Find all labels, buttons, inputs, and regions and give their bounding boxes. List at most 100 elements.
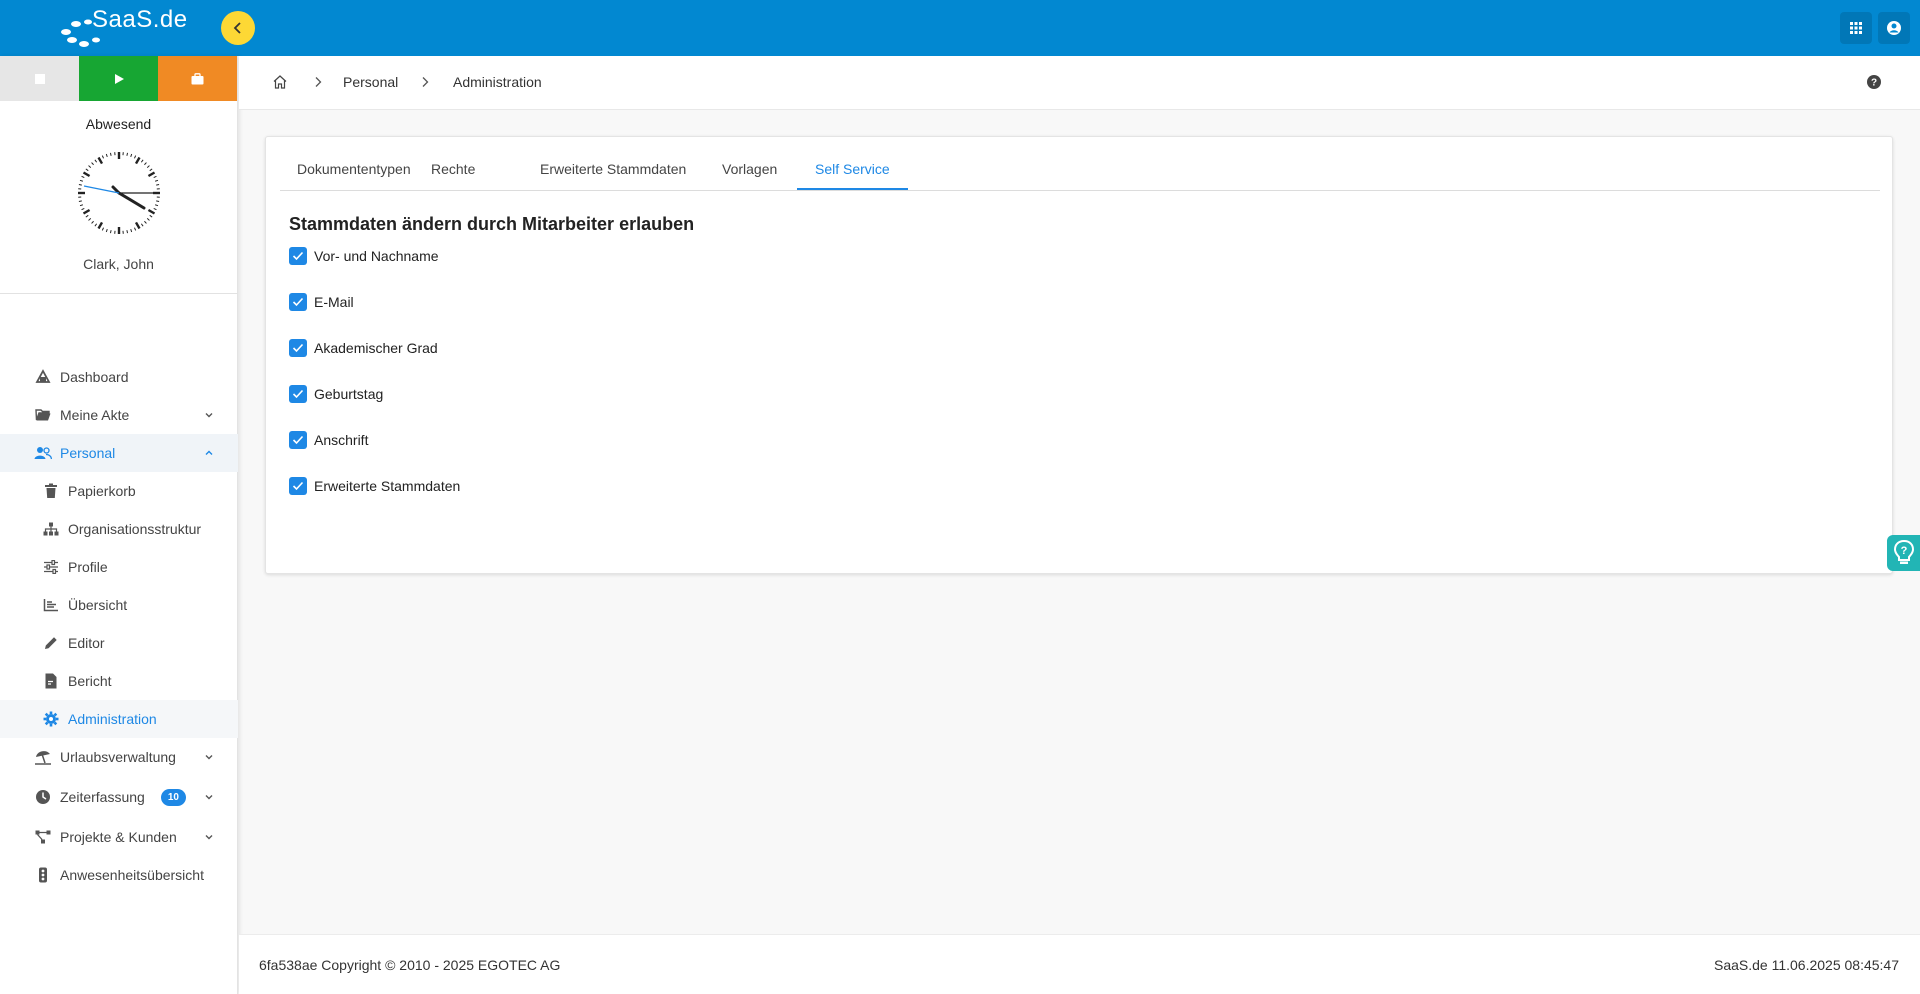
sidebar-item-label: Anwesenheitsübersicht: [60, 867, 204, 883]
breadcrumb-personal[interactable]: Personal: [343, 74, 398, 90]
pencil-icon: [42, 634, 60, 652]
chevron-down-icon: [205, 413, 213, 418]
break-button[interactable]: [158, 56, 237, 101]
sidebar-item-zeiterfassung[interactable]: Zeiterfassung 10: [0, 776, 238, 818]
sidebar-divider: [0, 293, 238, 294]
project-diagram-icon: [34, 828, 52, 846]
start-button[interactable]: [79, 56, 158, 101]
home-icon[interactable]: [272, 74, 288, 90]
zeiterfassung-count-badge: 10: [160, 788, 186, 806]
svg-text:?: ?: [1900, 545, 1907, 557]
sidebar-item-label: Papierkorb: [68, 483, 136, 499]
logo-text: SaaS.de: [92, 6, 188, 33]
apps-button[interactable]: [1840, 12, 1872, 44]
sidebar-item-label: Meine Akte: [60, 407, 130, 423]
top-bar: SaaS.de: [0, 0, 1920, 56]
dashboard-icon: [34, 368, 52, 386]
clock-small-icon: [34, 788, 52, 806]
folder-open-icon: [34, 406, 52, 424]
checkmark-icon[interactable]: [289, 385, 307, 403]
sidebar-item-dashboard[interactable]: Dashboard: [0, 358, 238, 396]
collapse-sidebar-button[interactable]: [221, 11, 255, 45]
checkmark-icon[interactable]: [289, 477, 307, 495]
trash-icon: [42, 482, 60, 500]
checkmark-icon[interactable]: [289, 339, 307, 357]
checkbox-email[interactable]: E-Mail: [289, 292, 354, 312]
apps-grid-icon: [1850, 22, 1862, 34]
file-report-icon: [42, 672, 60, 690]
checkbox-label: Vor- und Nachname: [314, 248, 439, 264]
help-icon[interactable]: ?: [1865, 73, 1883, 91]
settings-card: Dokumententypen Rechte Erweiterte Stammd…: [265, 136, 1893, 574]
sidebar-item-uebersicht[interactable]: Übersicht: [0, 586, 238, 624]
traffic-light-icon: [34, 866, 52, 884]
sidebar-item-label: Zeiterfassung: [60, 789, 145, 805]
stop-button[interactable]: [0, 56, 79, 101]
sidebar-item-organisationsstruktur[interactable]: Organisationsstruktur: [0, 510, 238, 548]
sidebar-item-urlaubsverwaltung[interactable]: Urlaubsverwaltung: [0, 738, 238, 776]
play-icon: [114, 73, 124, 84]
sidebar-item-administration[interactable]: Administration: [0, 700, 238, 738]
chevron-right-icon: [422, 77, 429, 87]
section-title: Stammdaten ändern durch Mitarbeiter erla…: [289, 214, 695, 234]
chevron-down-icon: [205, 795, 213, 800]
presence-status: Abwesend: [85, 116, 152, 132]
chevron-left-icon: [233, 22, 241, 34]
checkbox-anschrift[interactable]: Anschrift: [289, 430, 368, 450]
sidebar-item-meine-akte[interactable]: Meine Akte: [0, 396, 238, 434]
sidebar-nav: Dashboard Meine Akte Personal Papierkorb…: [0, 358, 238, 894]
sidebar-item-label: Personal: [60, 445, 116, 461]
tab-dokumententypen[interactable]: Dokumententypen: [297, 151, 411, 190]
checkbox-geburtstag[interactable]: Geburtstag: [289, 384, 383, 404]
user-circle-icon: [1887, 21, 1901, 35]
checkbox-akademischer-grad[interactable]: Akademischer Grad: [289, 338, 438, 358]
user-menu-button[interactable]: [1878, 12, 1910, 44]
chevron-up-icon: [205, 450, 213, 455]
checkbox-erweiterte-stammdaten[interactable]: Erweiterte Stammdaten: [289, 476, 460, 496]
sidebar-item-personal[interactable]: Personal: [0, 434, 238, 472]
sliders-icon: [42, 558, 60, 576]
sidebar-item-label: Administration: [68, 711, 157, 727]
breadcrumb: Personal Administration ?: [239, 56, 1920, 110]
briefcase-icon: [191, 72, 204, 84]
footer: 6fa538ae Copyright © 2010 - 2025 EGOTEC …: [239, 934, 1920, 994]
checkmark-icon[interactable]: [289, 431, 307, 449]
tab-self-service[interactable]: Self Service: [797, 151, 908, 190]
sitemap-icon: [42, 520, 60, 538]
sidebar-item-projekte[interactable]: Projekte & Kunden: [0, 818, 238, 856]
user-name: Clark, John: [83, 256, 154, 272]
tab-erweiterte-stammdaten[interactable]: Erweiterte Stammdaten: [540, 151, 686, 190]
sidebar-item-label: Dashboard: [60, 369, 129, 385]
chevron-right-icon: [315, 77, 322, 87]
svg-text:?: ?: [1871, 78, 1877, 89]
tab-bar: Dokumententypen Rechte Erweiterte Stammd…: [280, 137, 1880, 191]
checkbox-label: Erweiterte Stammdaten: [314, 478, 461, 494]
sidebar-item-label: Bericht: [68, 673, 112, 689]
checkbox-label: Anschrift: [314, 432, 369, 448]
chart-line-icon: [42, 596, 60, 614]
checkbox-vor-und-nachname[interactable]: Vor- und Nachname: [289, 246, 439, 266]
sidebar-item-anwesenheit[interactable]: Anwesenheitsübersicht: [0, 856, 238, 894]
sidebar-item-editor[interactable]: Editor: [0, 624, 238, 662]
tab-vorlagen[interactable]: Vorlagen: [722, 151, 777, 190]
chevron-down-icon: [205, 755, 213, 760]
sidebar-item-label: Profile: [68, 559, 108, 575]
checkmark-icon[interactable]: [289, 293, 307, 311]
footer-copyright: 6fa538ae Copyright © 2010 - 2025 EGOTEC …: [259, 957, 561, 973]
checkbox-label: Geburtstag: [314, 386, 384, 402]
sidebar-item-papierkorb[interactable]: Papierkorb: [0, 472, 238, 510]
sidebar-item-label: Projekte & Kunden: [60, 829, 177, 845]
tab-rechte[interactable]: Rechte: [431, 151, 475, 190]
sidebar-item-label: Organisationsstruktur: [68, 521, 202, 537]
stop-icon: [34, 73, 45, 84]
sidebar-item-profile[interactable]: Profile: [0, 548, 238, 586]
beach-umbrella-icon: [34, 748, 52, 766]
clock-icon: [77, 152, 160, 234]
sidebar-item-bericht[interactable]: Bericht: [0, 662, 238, 700]
breadcrumb-administration[interactable]: Administration: [453, 74, 542, 90]
checkmark-icon[interactable]: [289, 247, 307, 265]
floating-help-button[interactable]: ?: [1887, 535, 1920, 571]
footer-timestamp: SaaS.de 11.06.2025 08:45:47: [1713, 957, 1899, 973]
checkbox-label: Akademischer Grad: [314, 340, 438, 356]
chevron-down-icon: [205, 835, 213, 840]
